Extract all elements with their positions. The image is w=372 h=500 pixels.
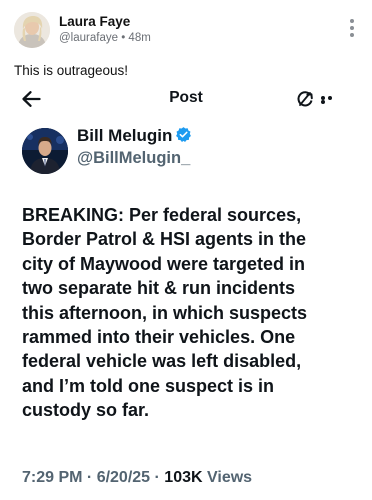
avatar[interactable] <box>14 12 50 48</box>
page-title: Post <box>169 89 203 106</box>
verified-badge-icon <box>176 127 192 142</box>
post-body-line: this afternoon, in which suspects <box>22 302 308 323</box>
author-name[interactable]: Bill Melugin <box>77 126 192 146</box>
post-body-line: rammed into their vehicles. One <box>22 327 296 348</box>
author-meta: @laurafaye • 48m <box>59 32 151 44</box>
post-meta: 7:29 PM · 6/20/25 · 103K Views <box>22 469 252 487</box>
post-body-line: custody so far. <box>22 400 150 421</box>
post-body: BREAKING: Per federal sources, Border Pa… <box>22 203 362 423</box>
post-body-line: Border Patrol & HSI agents in the <box>22 229 307 250</box>
horizontal-dots-icon[interactable] <box>321 96 341 104</box>
post-date: 6/20/25 <box>96 469 151 486</box>
vertical-dots-icon[interactable] <box>348 19 356 41</box>
author-handle[interactable]: @laurafaye <box>59 32 118 44</box>
views-count[interactable]: 103K <box>164 469 202 486</box>
post-header: Laura Faye @laurafaye • 48m <box>14 12 358 50</box>
author-avatar[interactable] <box>22 128 68 174</box>
post-body-line: BREAKING: Per federal sources, <box>22 205 302 225</box>
post-body-line: two separate hit & run incidents <box>22 278 296 299</box>
refresh-icon[interactable] <box>296 90 314 108</box>
author-name[interactable]: Laura Faye <box>59 14 130 29</box>
post-body-line: federal vehicle was left disabled, <box>22 351 302 372</box>
post-caption: This is outrageous! <box>14 63 129 78</box>
meta-dot: · <box>82 469 97 486</box>
author-handle[interactable]: @BillMelugin_ <box>77 149 190 168</box>
author-name-text: Bill Melugin <box>77 126 173 145</box>
post-body-line: and I’m told one suspect is in <box>22 375 275 396</box>
post-age[interactable]: 48m <box>128 32 150 44</box>
views-label: Views <box>202 469 253 486</box>
post-top-bar: Post <box>0 82 372 116</box>
meta-separator: • <box>121 32 126 44</box>
post-body-line: city of Maywood were targeted in <box>22 253 306 274</box>
post-time: 7:29 PM <box>22 469 83 486</box>
meta-dot: · <box>150 469 165 486</box>
embedded-post-screenshot: Post Bill Melugin @BillMelugin_ BREAKING… <box>0 82 372 500</box>
